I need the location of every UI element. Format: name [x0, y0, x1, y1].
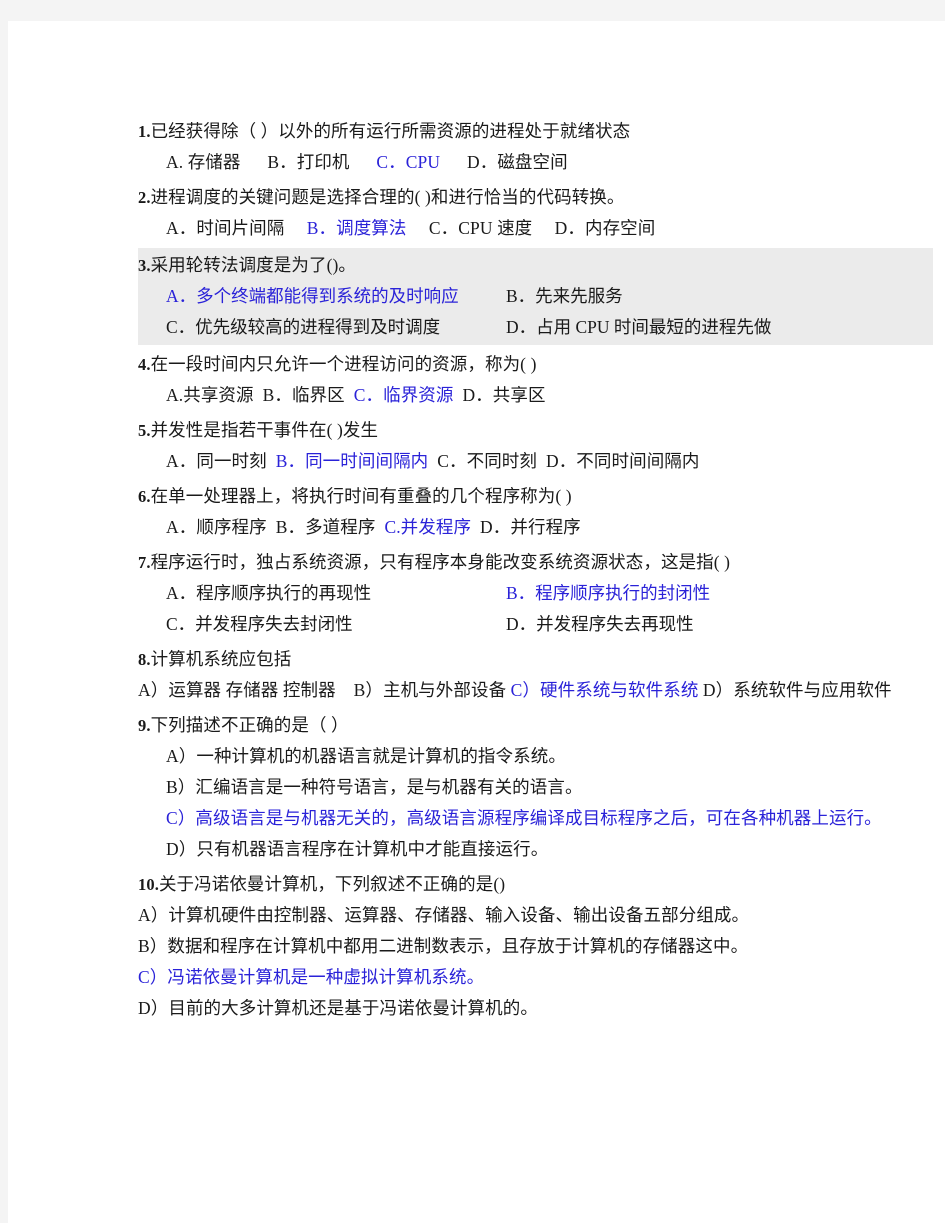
question-2-number: 2. [138, 188, 151, 207]
question-3-option-b[interactable]: B．先来先服务 [506, 281, 623, 312]
question-2-option-d[interactable]: D．内存空间 [555, 218, 656, 238]
question-3: 3.采用轮转法调度是为了()。 A．多个终端都能得到系统的及时响应 B．先来先服… [138, 248, 933, 345]
question-6-text: 在单一处理器上，将执行时间有重叠的几个程序称为( ) [150, 486, 572, 506]
question-5-text: 并发性是指若干事件在( )发生 [150, 420, 379, 440]
question-6: 6.在单一处理器上，将执行时间有重叠的几个程序称为( ) A．顺序程序 B．多道… [138, 481, 933, 543]
question-3-text: 采用轮转法调度是为了()。 [150, 255, 357, 275]
question-5: 5.并发性是指若干事件在( )发生 A．同一时刻 B．同一时间间隔内 C．不同时… [138, 415, 933, 477]
page-canvas: 1.已经获得除（ ）以外的所有运行所需资源的进程处于就绪状态 A. 存储器 B．… [0, 0, 945, 1223]
question-1: 1.已经获得除（ ）以外的所有运行所需资源的进程处于就绪状态 A. 存储器 B．… [138, 116, 933, 178]
question-5-option-a[interactable]: A．同一时刻 [166, 451, 267, 471]
question-8-option-c[interactable]: C）硬件系统与软件系统 [511, 680, 699, 700]
question-7-text: 程序运行时，独占系统资源，只有程序本身能改变系统资源状态，这是指( ) [150, 552, 731, 572]
question-9-option-a[interactable]: A）一种计算机的机器语言就是计算机的指令系统。 [138, 741, 933, 772]
question-4-options: A.共享资源 B．临界区 C．临界资源 D．共享区 [138, 380, 933, 411]
question-7-number: 7. [138, 553, 151, 572]
question-1-option-b[interactable]: B．打印机 [267, 152, 349, 172]
question-8-option-b[interactable]: B）主机与外部设备 [354, 680, 507, 700]
question-7-options-row-1: A．程序顺序执行的再现性 B．程序顺序执行的封闭性 [138, 578, 933, 609]
question-2-option-b[interactable]: B．调度算法 [307, 218, 407, 238]
question-6-option-c[interactable]: C.并发程序 [384, 517, 471, 537]
question-9: 9.下列描述不正确的是（ ） A）一种计算机的机器语言就是计算机的指令系统。 B… [138, 710, 933, 865]
question-3-number: 3. [138, 256, 151, 275]
question-7-options-row-2: C．并发程序失去封闭性 D．并发程序失去再现性 [138, 609, 933, 640]
question-9-option-c[interactable]: C）高级语言是与机器无关的，高级语言源程序编译成目标程序之后，可在各种机器上运行… [138, 803, 933, 834]
question-10-number: 10. [138, 875, 159, 894]
question-2-option-a[interactable]: A．时间片间隔 [166, 218, 284, 238]
question-3-options-row-2: C．优先级较高的进程得到及时调度 D．占用 CPU 时间最短的进程先做 [138, 312, 933, 343]
question-4: 4.在一段时间内只允许一个进程访问的资源，称为( ) A.共享资源 B．临界区 … [138, 349, 933, 411]
question-8-option-a[interactable]: A）运算器 存储器 控制器 [138, 680, 336, 700]
question-3-options-row-1: A．多个终端都能得到系统的及时响应 B．先来先服务 [138, 281, 933, 312]
question-5-options: A．同一时刻 B．同一时间间隔内 C．不同时刻 D．不同时间间隔内 [138, 446, 933, 477]
question-6-option-a[interactable]: A．顺序程序 [166, 517, 267, 537]
question-1-option-d[interactable]: D．磁盘空间 [467, 152, 568, 172]
question-5-option-b[interactable]: B．同一时间间隔内 [276, 451, 429, 471]
question-5-number: 5. [138, 421, 151, 440]
question-9-stem: 9.下列描述不正确的是（ ） [138, 710, 933, 741]
question-6-option-d[interactable]: D．并行程序 [480, 517, 581, 537]
question-1-options: A. 存储器 B．打印机 C．CPU D．磁盘空间 [138, 147, 933, 178]
question-3-stem: 3.采用轮转法调度是为了()。 [138, 250, 933, 281]
page-sheet: 1.已经获得除（ ）以外的所有运行所需资源的进程处于就绪状态 A. 存储器 B．… [8, 21, 945, 1223]
question-8-text: 计算机系统应包括 [150, 649, 292, 669]
question-2-text: 进程调度的关键问题是选择合理的( )和进行恰当的代码转换。 [150, 187, 625, 207]
question-8-stem: 8.计算机系统应包括 [138, 644, 933, 675]
question-6-options: A．顺序程序 B．多道程序 C.并发程序 D．并行程序 [138, 512, 933, 543]
question-4-option-c[interactable]: C．临界资源 [354, 385, 454, 405]
question-4-option-a[interactable]: A.共享资源 [166, 385, 254, 405]
document-body: 1.已经获得除（ ）以外的所有运行所需资源的进程处于就绪状态 A. 存储器 B．… [138, 116, 933, 1028]
question-4-option-b[interactable]: B．临界区 [263, 385, 345, 405]
question-1-number: 1. [138, 122, 151, 141]
question-9-number: 9. [138, 716, 151, 735]
question-5-stem: 5.并发性是指若干事件在( )发生 [138, 415, 933, 446]
question-10-stem: 10.关于冯诺依曼计算机，下列叙述不正确的是() [138, 869, 933, 900]
question-2: 2.进程调度的关键问题是选择合理的( )和进行恰当的代码转换。 A．时间片间隔 … [138, 182, 933, 244]
question-4-stem: 4.在一段时间内只允许一个进程访问的资源，称为( ) [138, 349, 933, 380]
question-4-text: 在一段时间内只允许一个进程访问的资源，称为( ) [150, 354, 537, 374]
question-10-option-d[interactable]: D）目前的大多计算机还是基于冯诺依曼计算机的。 [138, 993, 933, 1024]
question-8-options: A）运算器 存储器 控制器 B）主机与外部设备 C）硬件系统与软件系统 D）系统… [138, 675, 933, 706]
question-6-stem: 6.在单一处理器上，将执行时间有重叠的几个程序称为( ) [138, 481, 933, 512]
question-2-option-c[interactable]: C．CPU 速度 [429, 218, 532, 238]
question-9-option-b[interactable]: B）汇编语言是一种符号语言，是与机器有关的语言。 [138, 772, 933, 803]
question-7-option-c[interactable]: C．并发程序失去封闭性 [166, 609, 506, 640]
question-3-option-d[interactable]: D．占用 CPU 时间最短的进程先做 [506, 312, 771, 343]
question-1-stem: 1.已经获得除（ ）以外的所有运行所需资源的进程处于就绪状态 [138, 116, 933, 147]
question-7-stem: 7.程序运行时，独占系统资源，只有程序本身能改变系统资源状态，这是指( ) [138, 547, 933, 578]
question-9-option-d[interactable]: D）只有机器语言程序在计算机中才能直接运行。 [138, 834, 933, 865]
question-7-option-d[interactable]: D．并发程序失去再现性 [506, 609, 694, 640]
question-7-option-a[interactable]: A．程序顺序执行的再现性 [166, 578, 506, 609]
question-10-option-c[interactable]: C）冯诺依曼计算机是一种虚拟计算机系统。 [138, 962, 933, 993]
question-10: 10.关于冯诺依曼计算机，下列叙述不正确的是() A）计算机硬件由控制器、运算器… [138, 869, 933, 1024]
question-2-options: A．时间片间隔 B．调度算法 C．CPU 速度 D．内存空间 [138, 213, 933, 244]
question-3-option-c[interactable]: C．优先级较高的进程得到及时调度 [166, 312, 506, 343]
question-6-option-b[interactable]: B．多道程序 [276, 517, 376, 537]
question-1-option-a[interactable]: A. 存储器 [166, 152, 241, 172]
question-8: 8.计算机系统应包括 A）运算器 存储器 控制器 B）主机与外部设备 C）硬件系… [138, 644, 933, 706]
question-1-option-c[interactable]: C．CPU [376, 152, 440, 172]
question-6-number: 6. [138, 487, 151, 506]
question-1-text: 已经获得除（ ）以外的所有运行所需资源的进程处于就绪状态 [150, 121, 631, 141]
question-4-number: 4. [138, 355, 151, 374]
question-10-option-a[interactable]: A）计算机硬件由控制器、运算器、存储器、输入设备、输出设备五部分组成。 [138, 900, 933, 931]
question-10-text: 关于冯诺依曼计算机，下列叙述不正确的是() [158, 874, 506, 894]
question-4-option-d[interactable]: D．共享区 [462, 385, 545, 405]
question-7: 7.程序运行时，独占系统资源，只有程序本身能改变系统资源状态，这是指( ) A．… [138, 547, 933, 640]
question-5-option-d[interactable]: D．不同时间间隔内 [546, 451, 700, 471]
question-8-number: 8. [138, 650, 151, 669]
question-9-text: 下列描述不正确的是（ ） [150, 715, 349, 735]
question-8-option-d[interactable]: D）系统软件与应用软件 [703, 680, 892, 700]
question-10-option-b[interactable]: B）数据和程序在计算机中都用二进制数表示，且存放于计算机的存储器这中。 [138, 931, 933, 962]
question-3-option-a[interactable]: A．多个终端都能得到系统的及时响应 [166, 281, 506, 312]
question-5-option-c[interactable]: C．不同时刻 [437, 451, 537, 471]
question-2-stem: 2.进程调度的关键问题是选择合理的( )和进行恰当的代码转换。 [138, 182, 933, 213]
question-7-option-b[interactable]: B．程序顺序执行的封闭性 [506, 578, 710, 609]
